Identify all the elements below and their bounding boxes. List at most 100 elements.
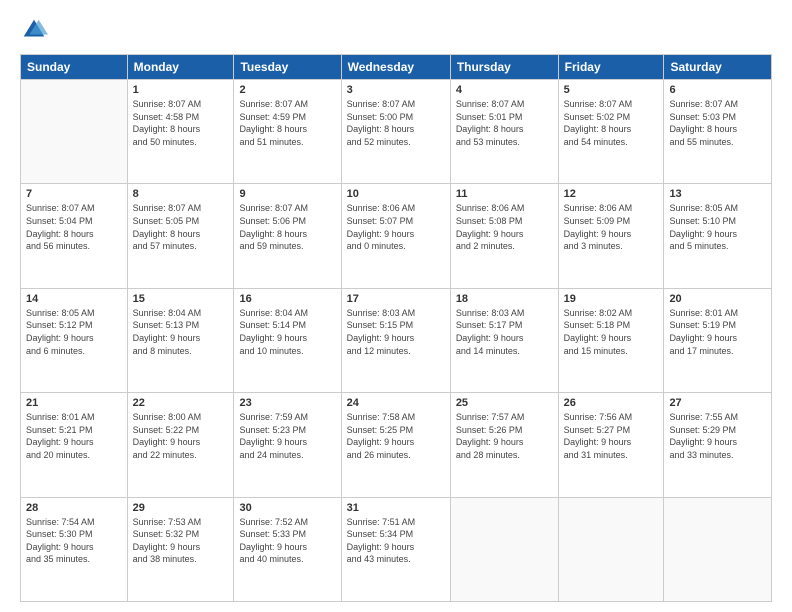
logo-icon xyxy=(20,16,48,44)
day-info: Sunrise: 7:56 AM Sunset: 5:27 PM Dayligh… xyxy=(564,411,659,461)
day-info: Sunrise: 7:59 AM Sunset: 5:23 PM Dayligh… xyxy=(239,411,335,461)
day-number: 2 xyxy=(239,84,335,96)
week-row-3: 14 Sunrise: 8:05 AM Sunset: 5:12 PM Dayli… xyxy=(21,288,772,392)
day-info: Sunrise: 8:06 AM Sunset: 5:09 PM Dayligh… xyxy=(564,202,659,252)
day-number: 23 xyxy=(239,397,335,409)
day-info: Sunrise: 7:58 AM Sunset: 5:25 PM Dayligh… xyxy=(347,411,445,461)
week-row-4: 21 Sunrise: 8:01 AM Sunset: 5:21 PM Dayli… xyxy=(21,393,772,497)
calendar-cell: 5 Sunrise: 8:07 AM Sunset: 5:02 PM Daylig… xyxy=(558,80,664,184)
day-info: Sunrise: 8:02 AM Sunset: 5:18 PM Dayligh… xyxy=(564,307,659,357)
day-number: 14 xyxy=(26,293,122,305)
day-info: Sunrise: 7:52 AM Sunset: 5:33 PM Dayligh… xyxy=(239,516,335,566)
day-info: Sunrise: 8:07 AM Sunset: 5:06 PM Dayligh… xyxy=(239,202,335,252)
calendar-table: SundayMondayTuesdayWednesdayThursdayFrid… xyxy=(20,54,772,602)
day-info: Sunrise: 8:03 AM Sunset: 5:15 PM Dayligh… xyxy=(347,307,445,357)
day-info: Sunrise: 8:07 AM Sunset: 4:59 PM Dayligh… xyxy=(239,98,335,148)
day-info: Sunrise: 8:05 AM Sunset: 5:12 PM Dayligh… xyxy=(26,307,122,357)
weekday-wednesday: Wednesday xyxy=(341,55,450,80)
day-info: Sunrise: 8:07 AM Sunset: 5:05 PM Dayligh… xyxy=(133,202,229,252)
calendar-cell: 9 Sunrise: 8:07 AM Sunset: 5:06 PM Daylig… xyxy=(234,184,341,288)
day-number: 15 xyxy=(133,293,229,305)
weekday-header-row: SundayMondayTuesdayWednesdayThursdayFrid… xyxy=(21,55,772,80)
calendar-cell xyxy=(21,80,128,184)
calendar-cell: 18 Sunrise: 8:03 AM Sunset: 5:17 PM Dayli… xyxy=(450,288,558,392)
calendar-cell: 11 Sunrise: 8:06 AM Sunset: 5:08 PM Dayli… xyxy=(450,184,558,288)
weekday-monday: Monday xyxy=(127,55,234,80)
weekday-tuesday: Tuesday xyxy=(234,55,341,80)
day-number: 31 xyxy=(347,502,445,514)
calendar-cell: 14 Sunrise: 8:05 AM Sunset: 5:12 PM Dayli… xyxy=(21,288,128,392)
day-info: Sunrise: 8:07 AM Sunset: 4:58 PM Dayligh… xyxy=(133,98,229,148)
day-number: 19 xyxy=(564,293,659,305)
calendar-cell: 30 Sunrise: 7:52 AM Sunset: 5:33 PM Dayli… xyxy=(234,497,341,601)
day-info: Sunrise: 8:06 AM Sunset: 5:08 PM Dayligh… xyxy=(456,202,553,252)
day-number: 4 xyxy=(456,84,553,96)
day-info: Sunrise: 8:07 AM Sunset: 5:00 PM Dayligh… xyxy=(347,98,445,148)
day-number: 30 xyxy=(239,502,335,514)
calendar-cell: 17 Sunrise: 8:03 AM Sunset: 5:15 PM Dayli… xyxy=(341,288,450,392)
calendar-cell xyxy=(664,497,772,601)
calendar-cell: 10 Sunrise: 8:06 AM Sunset: 5:07 PM Dayli… xyxy=(341,184,450,288)
calendar-cell: 3 Sunrise: 8:07 AM Sunset: 5:00 PM Daylig… xyxy=(341,80,450,184)
day-info: Sunrise: 8:01 AM Sunset: 5:19 PM Dayligh… xyxy=(669,307,766,357)
day-number: 3 xyxy=(347,84,445,96)
day-number: 20 xyxy=(669,293,766,305)
calendar-cell: 22 Sunrise: 8:00 AM Sunset: 5:22 PM Dayli… xyxy=(127,393,234,497)
day-number: 6 xyxy=(669,84,766,96)
calendar-cell: 20 Sunrise: 8:01 AM Sunset: 5:19 PM Dayli… xyxy=(664,288,772,392)
day-number: 8 xyxy=(133,188,229,200)
day-number: 9 xyxy=(239,188,335,200)
day-number: 22 xyxy=(133,397,229,409)
day-number: 10 xyxy=(347,188,445,200)
day-info: Sunrise: 8:07 AM Sunset: 5:01 PM Dayligh… xyxy=(456,98,553,148)
calendar-cell: 7 Sunrise: 8:07 AM Sunset: 5:04 PM Daylig… xyxy=(21,184,128,288)
day-number: 18 xyxy=(456,293,553,305)
calendar-cell: 27 Sunrise: 7:55 AM Sunset: 5:29 PM Dayli… xyxy=(664,393,772,497)
day-info: Sunrise: 7:54 AM Sunset: 5:30 PM Dayligh… xyxy=(26,516,122,566)
calendar-cell: 15 Sunrise: 8:04 AM Sunset: 5:13 PM Dayli… xyxy=(127,288,234,392)
day-number: 27 xyxy=(669,397,766,409)
day-number: 13 xyxy=(669,188,766,200)
page: SundayMondayTuesdayWednesdayThursdayFrid… xyxy=(0,0,792,612)
day-info: Sunrise: 8:07 AM Sunset: 5:04 PM Dayligh… xyxy=(26,202,122,252)
calendar-cell: 12 Sunrise: 8:06 AM Sunset: 5:09 PM Dayli… xyxy=(558,184,664,288)
day-number: 12 xyxy=(564,188,659,200)
day-info: Sunrise: 8:01 AM Sunset: 5:21 PM Dayligh… xyxy=(26,411,122,461)
day-number: 5 xyxy=(564,84,659,96)
week-row-1: 1 Sunrise: 8:07 AM Sunset: 4:58 PM Daylig… xyxy=(21,80,772,184)
calendar-cell: 25Sunrise: 7:57 AM Sunset: 5:26 PM Dayli… xyxy=(450,393,558,497)
day-info: Sunrise: 8:04 AM Sunset: 5:14 PM Dayligh… xyxy=(239,307,335,357)
calendar-cell: 6Sunrise: 8:07 AM Sunset: 5:03 PM Daylig… xyxy=(664,80,772,184)
calendar-cell: 26Sunrise: 7:56 AM Sunset: 5:27 PM Dayli… xyxy=(558,393,664,497)
weekday-sunday: Sunday xyxy=(21,55,128,80)
calendar-cell: 4 Sunrise: 8:07 AM Sunset: 5:01 PM Daylig… xyxy=(450,80,558,184)
weekday-friday: Friday xyxy=(558,55,664,80)
calendar-cell: 23 Sunrise: 7:59 AM Sunset: 5:23 PM Dayli… xyxy=(234,393,341,497)
calendar-cell: 16Sunrise: 8:04 AM Sunset: 5:14 PM Dayli… xyxy=(234,288,341,392)
day-number: 17 xyxy=(347,293,445,305)
week-row-2: 7 Sunrise: 8:07 AM Sunset: 5:04 PM Daylig… xyxy=(21,184,772,288)
day-number: 7 xyxy=(26,188,122,200)
day-number: 25 xyxy=(456,397,553,409)
day-info: Sunrise: 8:06 AM Sunset: 5:07 PM Dayligh… xyxy=(347,202,445,252)
day-info: Sunrise: 7:51 AM Sunset: 5:34 PM Dayligh… xyxy=(347,516,445,566)
day-info: Sunrise: 8:03 AM Sunset: 5:17 PM Dayligh… xyxy=(456,307,553,357)
calendar-cell: 31 Sunrise: 7:51 AM Sunset: 5:34 PM Dayli… xyxy=(341,497,450,601)
weekday-thursday: Thursday xyxy=(450,55,558,80)
calendar-cell xyxy=(558,497,664,601)
header xyxy=(20,16,772,44)
day-info: Sunrise: 8:04 AM Sunset: 5:13 PM Dayligh… xyxy=(133,307,229,357)
day-info: Sunrise: 7:53 AM Sunset: 5:32 PM Dayligh… xyxy=(133,516,229,566)
calendar-cell: 13Sunrise: 8:05 AM Sunset: 5:10 PM Dayli… xyxy=(664,184,772,288)
day-info: Sunrise: 7:55 AM Sunset: 5:29 PM Dayligh… xyxy=(669,411,766,461)
calendar-cell: 2 Sunrise: 8:07 AM Sunset: 4:59 PM Daylig… xyxy=(234,80,341,184)
day-number: 1 xyxy=(133,84,229,96)
calendar-cell: 1 Sunrise: 8:07 AM Sunset: 4:58 PM Daylig… xyxy=(127,80,234,184)
day-number: 11 xyxy=(456,188,553,200)
day-info: Sunrise: 8:00 AM Sunset: 5:22 PM Dayligh… xyxy=(133,411,229,461)
week-row-5: 28Sunrise: 7:54 AM Sunset: 5:30 PM Dayli… xyxy=(21,497,772,601)
day-number: 21 xyxy=(26,397,122,409)
day-info: Sunrise: 8:07 AM Sunset: 5:02 PM Dayligh… xyxy=(564,98,659,148)
calendar-cell: 21 Sunrise: 8:01 AM Sunset: 5:21 PM Dayli… xyxy=(21,393,128,497)
weekday-saturday: Saturday xyxy=(664,55,772,80)
